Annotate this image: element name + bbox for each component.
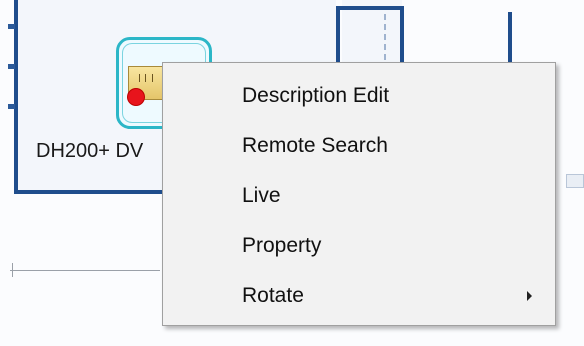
wall-tick — [8, 104, 15, 109]
floor-line — [10, 270, 160, 271]
menu-item-label: Remote Search — [242, 134, 388, 157]
wall-tick — [8, 64, 15, 69]
wall-left-bottom — [14, 190, 164, 194]
menu-item-rotate[interactable]: Rotate — [164, 271, 554, 321]
wall-left-vertical — [14, 0, 18, 194]
wall-right-vertical — [508, 12, 512, 62]
wall-tick — [8, 24, 15, 29]
wall-marker — [566, 174, 584, 188]
context-menu: Description Edit Remote Search Live Prop… — [162, 62, 556, 326]
device-slot — [145, 74, 146, 82]
menu-item-description-edit[interactable]: Description Edit — [164, 71, 554, 121]
menu-item-label: Rotate — [242, 284, 304, 307]
menu-item-label: Description Edit — [242, 84, 390, 107]
menu-item-property[interactable]: Property — [164, 221, 554, 271]
submenu-arrow-icon — [527, 291, 532, 301]
wall-middle-top — [336, 6, 404, 10]
status-dot-icon — [128, 89, 144, 105]
menu-item-live[interactable]: Live — [164, 171, 554, 221]
door-marker — [384, 14, 386, 60]
menu-item-remote-search[interactable]: Remote Search — [164, 121, 554, 171]
wall-middle-right — [400, 6, 404, 62]
menu-item-label: Live — [242, 184, 281, 207]
device-label[interactable]: DH200+ DV — [36, 140, 143, 163]
device-slots — [139, 74, 153, 82]
floor-line-cap — [12, 263, 13, 277]
menu-item-label: Property — [242, 234, 322, 257]
wall-middle-left — [336, 6, 340, 62]
